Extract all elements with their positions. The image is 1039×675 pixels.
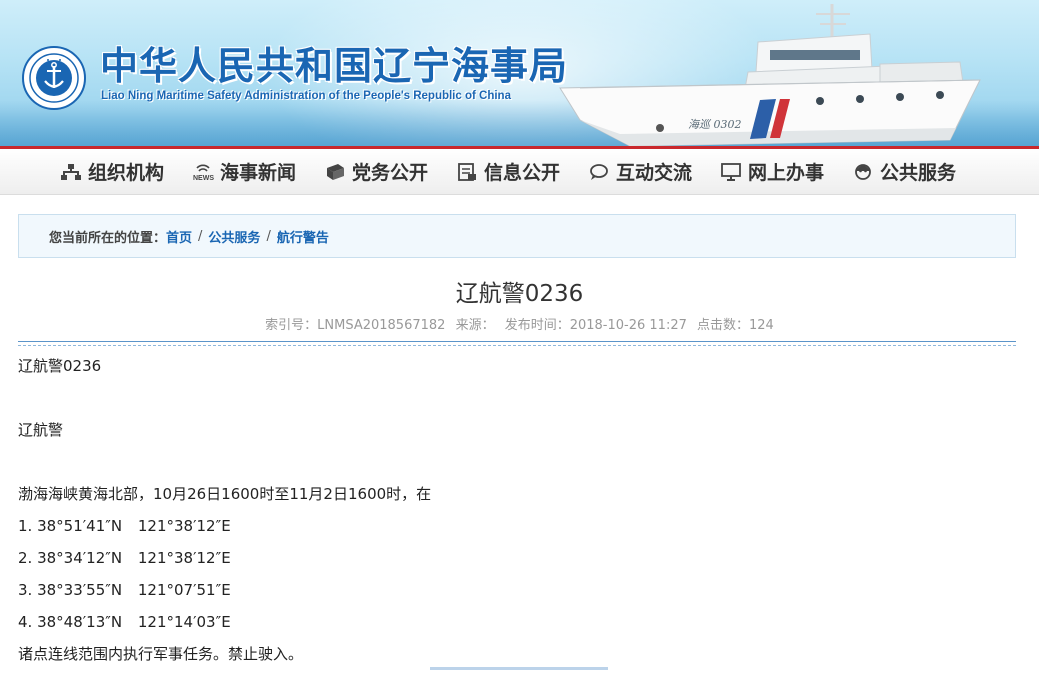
nav-item-interaction[interactable]: 互动交流: [588, 149, 692, 194]
meta-index: 索引号：LNMSA2018567182: [265, 318, 446, 333]
svg-text:NEWS: NEWS: [193, 175, 214, 182]
breadcrumb-public-service-link[interactable]: 公共服务: [208, 227, 260, 246]
article-body: 辽航警0236 辽航警 渤海海峡黄海北部，10月26日1600时至11月2日16…: [18, 355, 1016, 675]
breadcrumb-separator: /: [198, 228, 203, 244]
breadcrumb-navigation-warning-link[interactable]: 航行警告: [277, 227, 329, 246]
nav-label: 公共服务: [880, 162, 957, 184]
coordinate-number: 4.: [18, 613, 33, 631]
coordinate-lon: 121°07′51″E: [137, 581, 231, 599]
coordinate-row: 3. 38°33′55″N 121°07′51″E: [18, 579, 1016, 611]
nav-label: 互动交流: [616, 162, 693, 184]
coordinate-row: 1. 38°51′41″N 121°38′12″E: [18, 515, 1016, 547]
nav-label: 信息公开: [484, 162, 561, 184]
coordinate-row: 4. 38°48′13″N 121°14′03″E: [18, 611, 1016, 643]
coordinate-number: 2.: [18, 549, 33, 567]
nav-label: 组织机构: [88, 162, 165, 184]
coordinate-lat: 38°33′55″N: [37, 581, 123, 599]
article-divider: [18, 341, 1016, 342]
header-banner: 海巡 0302 中华人民共和国辽宁海事局 Liao Ning Maritime …: [0, 0, 1039, 146]
nav-item-party-affairs[interactable]: 党务公开: [324, 149, 428, 194]
document-icon: [458, 162, 476, 181]
coordinate-lat: 38°51′41″N: [37, 517, 123, 535]
breadcrumb-home-link[interactable]: 首页: [166, 227, 192, 246]
article-paragraph: 诸点连线范围内执行军事任务。禁止驶入。: [18, 645, 304, 663]
site-title-cn: 中华人民共和国辽宁海事局: [100, 44, 569, 88]
patrol-ship-image: 海巡 0302: [559, 4, 981, 146]
nav-label: 网上办事: [748, 162, 825, 184]
breadcrumb: 您当前所在的位置： 首页 / 公共服务 / 航行警告: [18, 214, 1016, 258]
coordinate-lon: 121°38′12″E: [137, 517, 231, 535]
meta-clicks: 点击数：124: [697, 318, 774, 333]
coordinate-lat: 38°48′13″N: [37, 613, 123, 631]
article-meta: 索引号：LNMSA2018567182 来源： 发布时间：2018-10-26 …: [0, 314, 1039, 333]
meta-source: 来源：: [455, 318, 495, 333]
article-paragraph: 渤海海峡黄海北部，10月26日1600时至11月2日1600时，在: [18, 485, 432, 503]
news-icon: NEWS: [193, 163, 214, 182]
nav-item-online-services[interactable]: 网上办事: [720, 149, 824, 194]
org-chart-icon: [61, 163, 81, 180]
site-title-en: Liao Ning Maritime Safety Administration…: [101, 90, 511, 102]
nav-item-info-disclosure[interactable]: 信息公开: [456, 149, 560, 194]
msa-logo: [22, 46, 86, 110]
book-icon: [327, 163, 344, 180]
article-paragraph: 辽航警: [18, 421, 64, 439]
breadcrumb-prefix: 您当前所在的位置：: [49, 230, 167, 246]
article-divider-dashed: [18, 345, 1016, 346]
article-title: 辽航警0236: [455, 281, 584, 307]
coordinate-number: 3.: [18, 581, 33, 599]
nav-item-public-service[interactable]: 公共服务: [852, 149, 956, 194]
service-icon: [855, 163, 871, 180]
chat-icon: [590, 163, 608, 180]
nav-item-news[interactable]: NEWS 海事新闻: [192, 149, 296, 194]
breadcrumb-separator: /: [266, 228, 271, 244]
article-paragraph: 辽航警0236: [18, 357, 102, 375]
meta-published: 发布时间：2018-10-26 11:27: [504, 318, 687, 333]
coordinate-lon: 121°14′03″E: [137, 613, 231, 631]
monitor-icon: [721, 162, 741, 181]
coordinate-row: 2. 38°34′12″N 121°38′12″E: [18, 547, 1016, 579]
main-nav: 组织机构 NEWS 海事新闻 党务公开 信息公开 互动交流 网上办事 公共服务: [0, 149, 1039, 195]
nav-label: 党务公开: [352, 162, 429, 184]
coordinate-lat: 38°34′12″N: [37, 549, 123, 567]
coordinate-lon: 121°38′12″E: [137, 549, 231, 567]
nav-item-organization[interactable]: 组织机构: [60, 149, 164, 194]
ship-hull-text: 海巡 0302: [688, 118, 742, 131]
coordinate-number: 1.: [18, 517, 33, 535]
nav-label: 海事新闻: [220, 162, 297, 184]
